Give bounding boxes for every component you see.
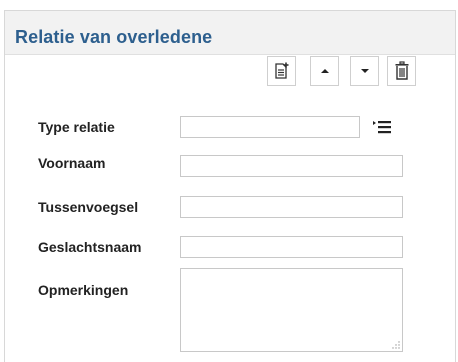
geslachtsnaam-label: Geslachtsnaam	[38, 239, 142, 255]
trash-icon	[395, 61, 408, 80]
geslachtsnaam-field[interactable]	[180, 236, 403, 258]
delete-button[interactable]	[387, 56, 416, 86]
type-relatie-label: Type relatie	[38, 119, 115, 135]
add-record-icon	[274, 62, 288, 79]
type-relatie-field[interactable]	[180, 116, 360, 138]
move-down-button[interactable]	[350, 56, 379, 86]
voornaam-field[interactable]	[180, 155, 403, 177]
resize-grip-icon[interactable]	[391, 340, 401, 350]
tussenvoegsel-label: Tussenvoegsel	[38, 199, 139, 215]
move-up-button[interactable]	[310, 56, 339, 86]
tussenvoegsel-field[interactable]	[180, 196, 403, 218]
opmerkingen-label: Opmerkingen	[38, 282, 129, 298]
panel-title: Relatie van overledene	[15, 27, 213, 47]
opmerkingen-field[interactable]	[180, 268, 403, 352]
triangle-up-icon	[320, 69, 329, 73]
list-picker-icon	[373, 121, 391, 134]
triangle-down-icon	[360, 69, 369, 73]
list-picker-button[interactable]	[372, 117, 392, 137]
add-record-button[interactable]	[267, 56, 296, 86]
voornaam-label: Voornaam	[38, 155, 106, 171]
